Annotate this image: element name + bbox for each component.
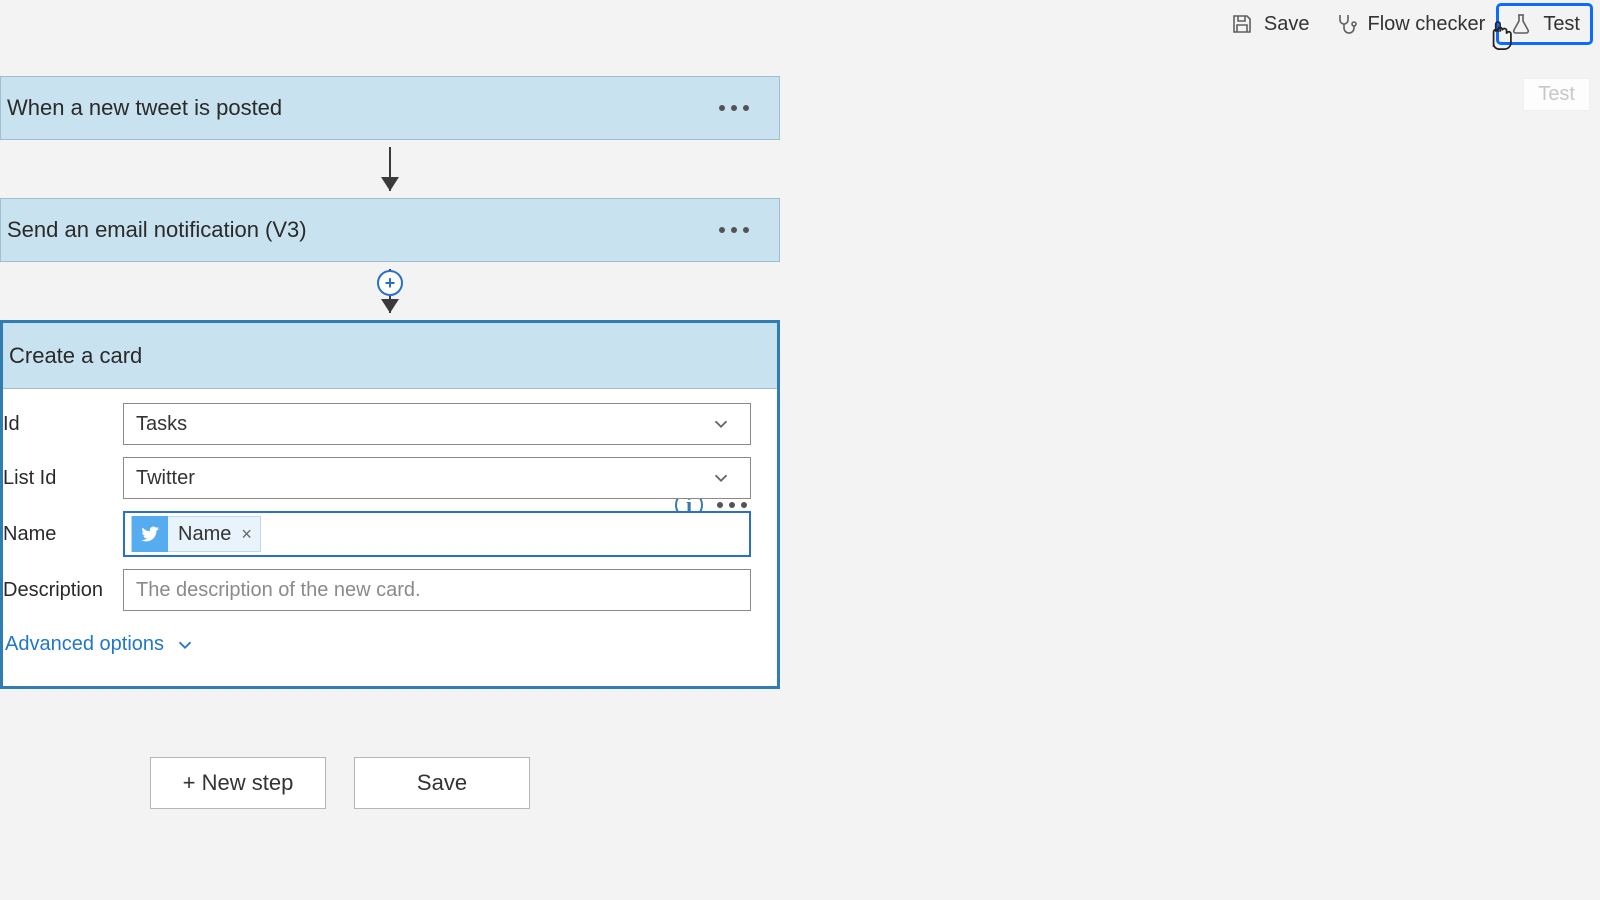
card-desc-input[interactable]: The description of the new card.: [123, 569, 751, 611]
list-id-select[interactable]: Twitter: [123, 457, 751, 499]
new-step-label: + New step: [183, 770, 294, 796]
dynamic-token: Name ×: [131, 516, 261, 552]
stethoscope-icon: [1334, 12, 1358, 36]
create-card-step: Create a card i Id Tasks List Id Twitter: [0, 320, 780, 689]
board-id-value: Tasks: [136, 413, 187, 436]
token-label: Name: [178, 523, 231, 546]
card-name-input[interactable]: Name ×: [123, 511, 751, 557]
card-desc-placeholder: The description of the new card.: [136, 579, 421, 602]
flow-canvas: When a new tweet is posted Send an email…: [0, 50, 780, 809]
connector-1: [0, 140, 780, 198]
email-step[interactable]: Send an email notification (V3): [0, 198, 780, 262]
board-id-label: Id: [3, 413, 113, 436]
create-card-body: Id Tasks List Id Twitter Name: [3, 389, 777, 686]
flask-icon: [1509, 12, 1533, 36]
top-toolbar: Save Flow checker Test: [1220, 0, 1590, 48]
create-card-header[interactable]: Create a card i: [3, 323, 777, 389]
email-step-title: Send an email notification (V3): [7, 217, 307, 243]
board-id-select[interactable]: Tasks: [123, 403, 751, 445]
trigger-step-title: When a new tweet is posted: [7, 95, 282, 121]
chevron-down-icon: [710, 467, 732, 489]
test-button-label: Test: [1543, 13, 1580, 36]
save-flow-label: Save: [417, 770, 467, 796]
advanced-options-toggle[interactable]: Advanced options: [3, 623, 759, 674]
card-name-label: Name: [3, 523, 113, 546]
flow-checker-button[interactable]: Flow checker: [1324, 6, 1496, 42]
list-id-value: Twitter: [136, 467, 195, 490]
bottom-actions: + New step Save: [150, 757, 780, 809]
tooltip-test: Test: [1523, 78, 1590, 111]
token-remove[interactable]: ×: [241, 524, 252, 545]
save-icon: [1230, 12, 1254, 36]
add-step-button[interactable]: +: [377, 270, 403, 296]
create-card-title: Create a card: [9, 343, 142, 369]
save-button[interactable]: Save: [1220, 6, 1320, 42]
flow-checker-label: Flow checker: [1368, 13, 1486, 36]
card-desc-label: Description: [3, 579, 113, 602]
email-step-menu[interactable]: [719, 227, 749, 233]
list-id-label: List Id: [3, 467, 113, 490]
test-button[interactable]: Test: [1499, 6, 1590, 42]
chevron-down-icon: [174, 634, 196, 656]
save-button-label: Save: [1264, 13, 1310, 36]
trigger-step[interactable]: When a new tweet is posted: [0, 76, 780, 140]
save-flow-button[interactable]: Save: [354, 757, 530, 809]
advanced-options-label: Advanced options: [5, 633, 164, 656]
create-card-menu[interactable]: [717, 502, 747, 508]
twitter-icon: [132, 516, 168, 552]
chevron-down-icon: [710, 413, 732, 435]
new-step-button[interactable]: + New step: [150, 757, 326, 809]
connector-2: +: [0, 262, 780, 320]
plus-icon: +: [385, 274, 396, 292]
trigger-step-menu[interactable]: [719, 105, 749, 111]
